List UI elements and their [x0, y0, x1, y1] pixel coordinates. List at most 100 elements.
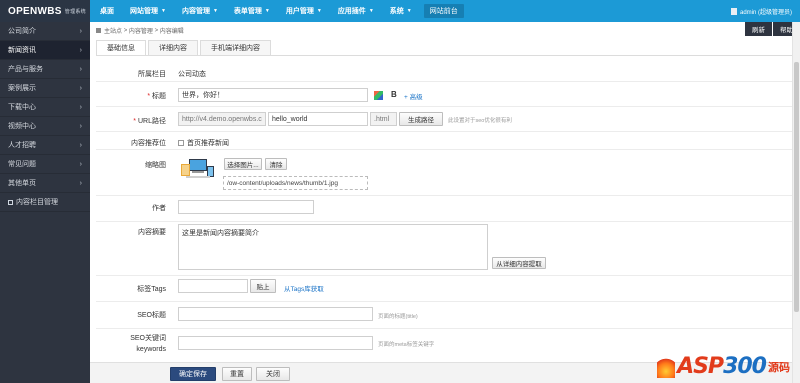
scrollbar-thumb[interactable]: [794, 62, 799, 312]
sidebar-item-label: 新闻资讯: [8, 47, 36, 54]
grid-icon: [8, 199, 13, 205]
recommend-option-label: 首页推荐新闻: [187, 140, 229, 147]
url-row: * URL路径 http://v4.demo.openwbs.c hello_w…: [96, 107, 792, 132]
sidebar-item-company-intro[interactable]: 公司简介 ›: [0, 22, 90, 41]
nav-content-management[interactable]: 内容管理 ▼: [174, 0, 226, 22]
homepage-recommend-option[interactable]: 首页推荐新闻: [178, 138, 229, 148]
bold-toggle[interactable]: B: [391, 90, 397, 99]
tab-mobile-detail-content[interactable]: 手机端详细内容: [200, 40, 271, 55]
breadcrumb-separator: >: [154, 27, 159, 34]
sidebar-item-news[interactable]: 新闻资讯 ›: [0, 41, 90, 60]
chevron-right-icon: ›: [79, 84, 82, 92]
sidebar-item-faq[interactable]: 常见问题 ›: [0, 155, 90, 174]
close-button[interactable]: 关闭: [256, 367, 290, 381]
tags-library-link[interactable]: 从Tags库获取: [284, 283, 324, 293]
chevron-right-icon: ›: [79, 160, 82, 168]
breadcrumb-home[interactable]: 主站点: [104, 26, 122, 35]
seo-keywords-label-line2: keywords: [136, 346, 166, 353]
sidebar-item-products[interactable]: 产品与服务 ›: [0, 60, 90, 79]
nav-label: 应用插件: [337, 8, 366, 15]
tab-detail-content[interactable]: 详细内容: [148, 40, 198, 55]
tags-input[interactable]: [178, 279, 248, 293]
tags-label: 标签Tags: [137, 286, 166, 293]
seo-title-input[interactable]: [178, 307, 373, 321]
caret-down-icon: ▼: [161, 8, 166, 14]
save-button[interactable]: 确定保存: [170, 367, 216, 381]
recommend-checkbox[interactable]: [178, 140, 184, 146]
url-slug-input[interactable]: hello_world: [268, 112, 368, 126]
recommend-label: 内容推荐位: [131, 140, 166, 147]
sidebar-item-cases[interactable]: 案例展示 ›: [0, 79, 90, 98]
extract-from-detail-button[interactable]: 从详细内容提取: [492, 257, 546, 269]
chevron-right-icon: ›: [79, 27, 82, 35]
top-bar: OPENWBS 管理系统 桌面 网站管理 ▼ 内容管理 ▼ 表单管理 ▼ 用户管理 ▼ …: [0, 0, 800, 22]
url-prefix: http://v4.demo.openwbs.c: [178, 112, 266, 126]
author-row: 作者: [96, 196, 792, 222]
nav-label: 表单管理: [233, 8, 262, 15]
chevron-right-icon: ›: [79, 46, 82, 54]
paste-tag-button[interactable]: 贴上: [250, 279, 276, 293]
seo-title-hint: 页面的标题(title): [378, 314, 418, 320]
breadcrumb: 主站点 > 内容管理 > 内容编辑: [96, 26, 184, 35]
nav-site-management[interactable]: 网站管理 ▼: [122, 0, 174, 22]
caret-down-icon: ▼: [316, 8, 322, 14]
url-label: * URL路径: [86, 116, 166, 126]
flame-logo-icon: [657, 355, 676, 378]
category-value: 公司动态: [178, 71, 206, 78]
sidebar-item-label: 内容栏目管理: [16, 199, 58, 206]
sidebar-item-other-pages[interactable]: 其他单页 ›: [0, 174, 90, 193]
sidebar-item-column-management[interactable]: 内容栏目管理: [0, 193, 90, 212]
brand-name: OPENWBS: [8, 5, 62, 17]
author-input[interactable]: [178, 200, 314, 214]
title-label-text: 标题: [152, 93, 166, 100]
sidebar-item-videos[interactable]: 视频中心 ›: [0, 117, 90, 136]
required-mark: *: [147, 93, 151, 100]
nav-label: 内容管理: [181, 8, 210, 15]
breadcrumb-section[interactable]: 内容管理: [129, 26, 153, 35]
summary-textarea[interactable]: 这里是新闻内容摘要简介: [178, 224, 488, 270]
nav-system[interactable]: 系统 ▼: [382, 0, 420, 22]
seo-title-row: SEO标题 页面的标题(title): [96, 302, 792, 329]
brand-subtitle: 管理系统: [64, 8, 86, 15]
chevron-right-icon: ›: [79, 122, 82, 130]
sidebar-item-jobs[interactable]: 人才招聘 ›: [0, 136, 90, 155]
nav-plugins[interactable]: 应用插件 ▼: [330, 0, 382, 22]
watermark-number: 300: [723, 354, 767, 379]
devices-illustration-icon: [181, 159, 214, 178]
generate-path-button[interactable]: 生成路径: [399, 112, 443, 126]
summary-label: 内容摘要: [138, 229, 166, 236]
required-mark: *: [133, 118, 137, 125]
color-picker-icon[interactable]: [374, 91, 383, 100]
category-row: 所属栏目 公司动态: [96, 62, 792, 82]
summary-row: 内容摘要 这里是新闻内容摘要简介 从详细内容提取: [96, 222, 792, 276]
page-scrollbar[interactable]: [792, 22, 800, 383]
seo-title-label: SEO标题: [137, 312, 166, 319]
chevron-right-icon: ›: [79, 179, 82, 187]
tab-divider: [96, 55, 792, 56]
choose-image-button[interactable]: 选择图片...: [224, 158, 262, 170]
recommend-row: 内容推荐位 首页推荐新闻: [96, 132, 792, 150]
sidebar-item-downloads[interactable]: 下载中心 ›: [0, 98, 90, 117]
sidebar-item-label: 下载中心: [8, 104, 36, 111]
user-menu[interactable]: admin (超级管理员): [730, 0, 792, 22]
thumbnail-row: 缩略图 选择图片... 清除 /ow-content/uploads/news/…: [96, 150, 792, 196]
refresh-button[interactable]: 刷新: [745, 22, 772, 36]
nav-form-management[interactable]: 表单管理 ▼: [226, 0, 278, 22]
advanced-link[interactable]: + 高级: [404, 91, 423, 101]
tab-basic-info[interactable]: 基础信息: [96, 40, 146, 55]
thumbnail-label: 缩略图: [145, 162, 166, 169]
brand-logo[interactable]: OPENWBS 管理系统: [0, 0, 90, 22]
clear-image-button[interactable]: 清除: [265, 158, 287, 170]
title-input[interactable]: 世界，你好！: [178, 88, 368, 102]
seo-keywords-input[interactable]: [178, 336, 373, 350]
chevron-right-icon: ›: [79, 141, 82, 149]
sidebar-item-label: 案例展示: [8, 85, 36, 92]
seo-keywords-label-line1: SEO关键词: [130, 335, 166, 342]
site-frontend-button[interactable]: 网站前台: [423, 4, 464, 18]
title-label: * 标题: [86, 91, 166, 101]
nav-desktop[interactable]: 桌面: [92, 0, 122, 22]
reset-button[interactable]: 重置: [222, 367, 252, 381]
url-suffix: .html: [370, 112, 397, 126]
watermark-suffix: 源码: [768, 361, 790, 374]
nav-user-management[interactable]: 用户管理 ▼: [278, 0, 330, 22]
